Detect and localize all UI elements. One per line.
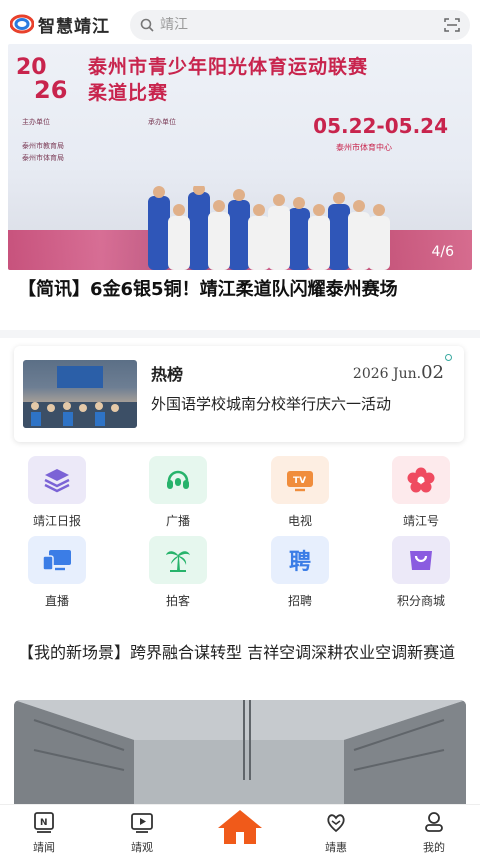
tab-mine[interactable]: 我的 bbox=[404, 811, 464, 854]
tab-news[interactable]: N 靖闻 bbox=[14, 811, 74, 854]
hire-icon: 聘 bbox=[271, 536, 329, 584]
tab-benefit-label: 靖惠 bbox=[325, 841, 347, 854]
banner-venue: 泰州市体育中心 bbox=[336, 143, 392, 152]
shortcut-shopping-bag[interactable]: 积分商城 bbox=[376, 536, 466, 609]
hot-date: 2026 Jun.02 bbox=[353, 362, 444, 383]
headset-icon bbox=[149, 456, 207, 504]
search-icon bbox=[140, 18, 154, 32]
organizer-label: 主办单位 bbox=[22, 118, 50, 126]
tv-icon: TV bbox=[271, 456, 329, 504]
svg-text:TV: TV bbox=[293, 476, 306, 486]
news-icon: N bbox=[34, 812, 54, 833]
indicator-dot bbox=[445, 354, 452, 361]
svg-text:N: N bbox=[40, 818, 48, 828]
news-banner[interactable]: 20 26 泰州市青少年阳光体育运动联赛 柔道比赛 主办单位 泰州市教育局 泰州… bbox=[8, 44, 472, 270]
tab-benefit[interactable]: 靖惠 bbox=[306, 811, 366, 854]
svg-text:26: 26 bbox=[34, 76, 67, 102]
shortcut-label: 直播 bbox=[44, 594, 69, 608]
shortcut-devices[interactable]: 直播 bbox=[12, 536, 102, 609]
scan-icon[interactable] bbox=[444, 17, 460, 33]
tab-video[interactable]: 靖观 bbox=[112, 811, 172, 854]
shortcut-label: 靖江号 bbox=[402, 514, 439, 528]
top-header: 智慧靖江 bbox=[0, 0, 480, 48]
user-icon bbox=[425, 812, 443, 832]
logo-icon bbox=[10, 14, 34, 34]
benefit-icon bbox=[327, 814, 345, 833]
app-name: 智慧靖江 bbox=[38, 16, 110, 37]
banner-date: 05.22-05.24 bbox=[313, 114, 448, 138]
organizer-2: 泰州市体育局 bbox=[22, 154, 64, 162]
shortcut-tv[interactable]: TV 电视 bbox=[255, 456, 345, 529]
section-divider bbox=[0, 330, 480, 338]
shortcut-label: 招聘 bbox=[287, 594, 312, 608]
hot-title: 外国语学校城南分校举行庆六一活动 bbox=[151, 395, 392, 413]
shortcut-palm-tree[interactable]: 拍客 bbox=[133, 536, 223, 609]
shortcut-label: 广播 bbox=[165, 514, 190, 528]
search-input[interactable] bbox=[160, 17, 444, 33]
layers-icon bbox=[28, 456, 86, 504]
hot-date-day: 02 bbox=[421, 362, 444, 383]
app-logo[interactable]: 智慧靖江 bbox=[10, 12, 110, 37]
shortcut-label: 靖江日报 bbox=[32, 514, 81, 528]
shortcut-flower[interactable]: 靖江号 bbox=[376, 456, 466, 529]
slide-counter: 4/6 bbox=[431, 244, 454, 260]
video-icon bbox=[131, 813, 153, 833]
palm-tree-icon bbox=[149, 536, 207, 584]
search-bar[interactable] bbox=[130, 10, 470, 40]
article-title[interactable]: 【我的新场景】跨界融合谋转型 吉祥空调深耕农业空调新赛道 bbox=[18, 640, 464, 666]
shortcut-headset[interactable]: 广播 bbox=[133, 456, 223, 529]
shopping-bag-icon bbox=[392, 536, 450, 584]
tab-mine-label: 我的 bbox=[423, 841, 445, 854]
devices-icon bbox=[28, 536, 86, 584]
team-photo bbox=[148, 186, 390, 270]
shortcut-label: 积分商城 bbox=[396, 594, 445, 608]
hot-tag: 热榜 bbox=[151, 365, 184, 384]
year-logo: 20 26 bbox=[16, 55, 67, 102]
tab-news-label: 靖闻 bbox=[33, 841, 55, 854]
shortcut-label: 拍客 bbox=[165, 594, 190, 608]
banner-title: 泰州市青少年阳光体育运动联赛 bbox=[88, 56, 369, 78]
headline-link[interactable]: 【简讯】6金6银5铜！靖江柔道队闪耀泰州赛场 bbox=[18, 277, 462, 303]
banner-subtitle: 柔道比赛 bbox=[88, 82, 169, 104]
home-icon[interactable] bbox=[216, 808, 264, 848]
hot-thumbnail bbox=[23, 360, 137, 428]
shortcut-layers[interactable]: 靖江日报 bbox=[12, 456, 102, 529]
tab-video-label: 靖观 bbox=[131, 841, 153, 854]
page: 智慧靖江 20 26 泰州市青少年阳光体育运动联赛 柔道比赛 主办单位 泰州市教… bbox=[0, 0, 480, 854]
hot-date-month: 2026 Jun. bbox=[352, 366, 422, 382]
flower-icon bbox=[392, 456, 450, 504]
organizer-1: 泰州市教育局 bbox=[22, 142, 64, 150]
host-label: 承办单位 bbox=[148, 118, 176, 126]
article-image[interactable] bbox=[14, 700, 466, 810]
shortcut-label: 电视 bbox=[287, 514, 312, 528]
hot-list-card[interactable]: 热榜 2026 Jun.02 外国语学校城南分校举行庆六一活动 bbox=[14, 346, 464, 442]
shortcut-hire[interactable]: 聘招聘 bbox=[255, 536, 345, 609]
